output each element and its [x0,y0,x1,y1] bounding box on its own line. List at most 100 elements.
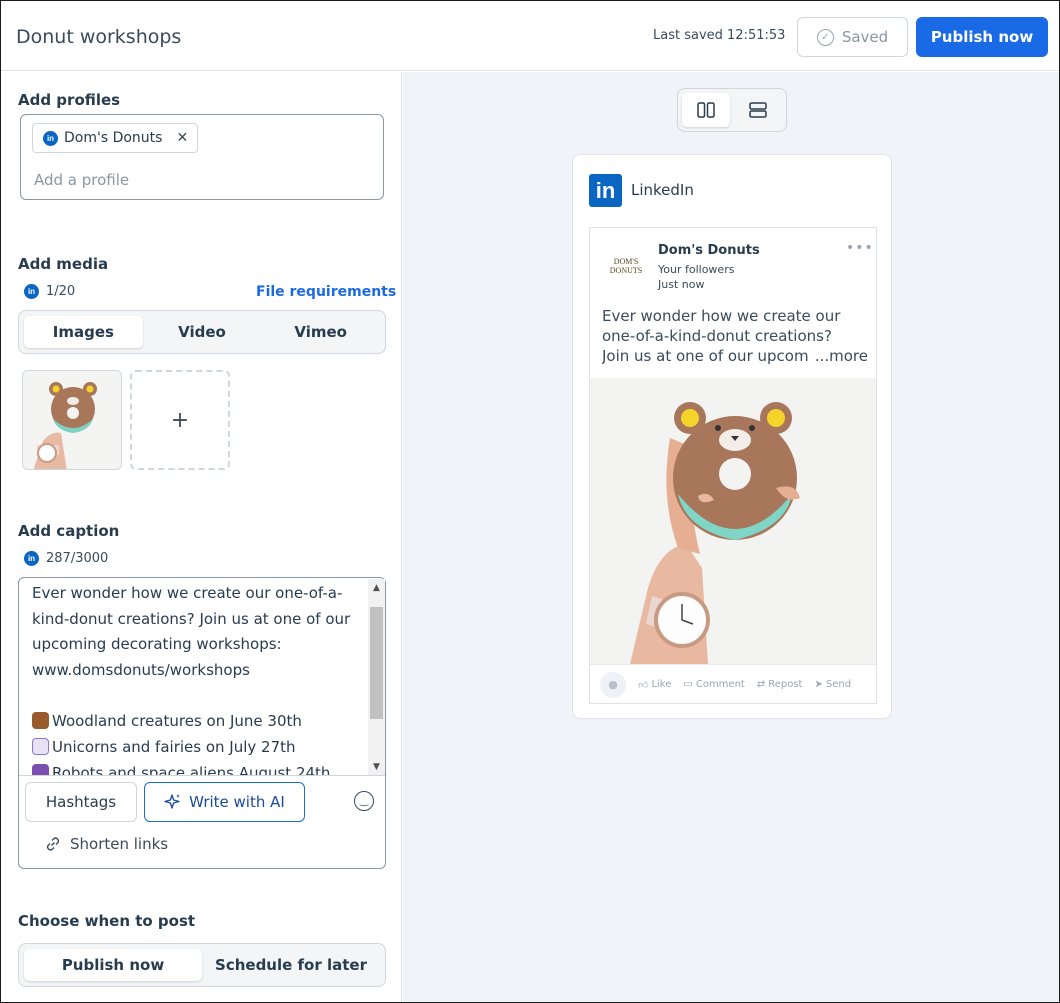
user-avatar-icon: ● [600,671,626,698]
avatar-text: DONUTS [609,266,643,275]
caption-counter: in 287/3000 [24,551,108,566]
emoji-picker-icon[interactable]: ‿ [354,791,374,811]
caption-editor[interactable]: Ever wonder how we create our one-of-a- … [18,577,386,869]
layout-toggle [677,88,787,132]
publish-now-option[interactable]: Publish now [24,949,202,981]
last-saved-text: Last saved 12:51:53 [653,28,786,43]
link-icon [46,837,60,851]
avatar-text: DOM'S [613,257,639,266]
alien-monster-emoji-icon [32,763,49,775]
add-media-button[interactable]: + [130,370,230,470]
thumbs-up-icon: 👍︎ [638,679,649,691]
repost-action[interactable]: ⇄ Repost [757,679,803,690]
write-with-ai-label: Write with AI [189,793,285,811]
network-label: LinkedIn [631,181,694,199]
side-by-side-view-icon[interactable] [682,93,730,127]
scrollbar-thumb[interactable] [370,607,383,719]
caption-scrollbar[interactable]: ▲ ▼ [368,579,385,775]
caption-line-text: Woodland creatures on June 30th [52,712,302,731]
post-text-line: one-of-a-kind-donut creations? [602,327,832,345]
comment-icon: ▭ [683,679,693,690]
like-action[interactable]: 👍︎ Like [638,679,671,691]
add-profile-placeholder[interactable]: Add a profile [34,171,129,189]
like-label: Like [651,679,672,690]
choose-when-label: Choose when to post [18,912,196,930]
preview-panel: in LinkedIn DOM'S DONUTS Dom's Donuts Yo… [403,72,1059,1002]
post-time: Just now [658,278,705,291]
schedule-options: Publish now Schedule for later [18,943,386,987]
repost-label: Repost [768,679,803,690]
post-author: Dom's Donuts [658,243,760,258]
linkedin-preview-card: in LinkedIn DOM'S DONUTS Dom's Donuts Yo… [572,154,892,719]
send-icon: ➤ [814,679,823,690]
caption-line-emoji: Robots and space aliens August 24th [32,761,368,775]
post-actions: ● 👍︎ Like ▭ Comment ⇄ Repost ➤ Send [590,664,876,704]
donut-photo-thumbnail [23,371,121,469]
linkedin-icon: in [24,551,39,566]
media-count-text: 1/20 [46,284,76,299]
caption-line-text: Robots and space aliens August 24th [52,763,331,775]
scroll-down-icon[interactable]: ▼ [368,758,385,775]
donut-photo [590,378,876,664]
add-profiles-label: Add profiles [18,91,121,109]
linkedin-logo-icon: in [589,174,622,207]
caption-line: upcoming decorating workshops: [32,635,282,654]
file-requirements-link[interactable]: File requirements [256,284,396,300]
profile-chip-label: Dom's Donuts [64,130,163,146]
caption-line: www.domsdonuts/workshops [32,661,250,680]
caption-line: kind-donut creations? Join us at one of … [32,609,351,628]
schedule-later-option[interactable]: Schedule for later [202,949,380,981]
sparkle-icon [164,794,181,809]
add-caption-label: Add caption [18,522,120,540]
tab-images[interactable]: Images [24,316,143,348]
add-media-label: Add media [18,255,109,273]
comment-label: Comment [695,679,745,690]
shorten-links-button[interactable]: Shorten links [45,835,168,853]
media-counter: in 1/20 [24,284,75,299]
saved-button[interactable]: ✓ Saved [797,17,908,57]
profiles-input[interactable]: in Dom's Donuts ✕ Add a profile [20,114,384,200]
shorten-links-label: Shorten links [70,835,169,853]
check-circle-icon: ✓ [816,28,834,46]
page-title: Donut workshops [16,26,182,48]
hashtags-button[interactable]: Hashtags [25,782,137,822]
caption-line [32,684,368,710]
post-image [590,378,876,664]
post-text: Ever wonder how we create our one-of-a-k… [602,306,868,366]
bear-emoji-icon [32,712,49,730]
caption-textarea[interactable]: Ever wonder how we create our one-of-a- … [20,579,368,775]
remove-profile-icon[interactable]: ✕ [176,130,188,146]
tab-video[interactable]: Video [143,316,262,348]
header-bar: Donut workshops Last saved 12:51:53 ✓ Sa… [1,1,1059,71]
caption-line: Ever wonder how we create our one-of-a- [32,584,343,602]
repost-icon: ⇄ [756,679,766,690]
more-options-icon[interactable]: ••• [846,240,874,256]
publish-now-button[interactable]: Publish now [916,17,1048,57]
caption-line-emoji: Woodland creatures on June 30th [32,709,368,735]
caption-line-text: Unicorns and fairies on July 27th [52,738,296,757]
unicorn-emoji-icon [32,738,49,756]
post-text-line: Ever wonder how we create our [602,307,841,325]
caption-count-text: 287/3000 [46,551,109,566]
composer-panel: Add profiles in Dom's Donuts ✕ Add a pro… [1,72,402,1002]
post-text-line-last: Join us at one of our upcom ...more [602,346,868,366]
linkedin-icon: in [43,130,58,146]
see-more-link[interactable]: ...more [815,346,868,366]
post-text-line: Join us at one of our upcom [602,347,809,365]
media-thumbnail[interactable] [22,370,122,470]
caption-line-emoji: Unicorns and fairies on July 27th [32,735,368,761]
linkedin-icon: in [24,284,39,299]
tab-vimeo[interactable]: Vimeo [261,316,380,348]
post-audience: Your followers [658,263,735,276]
saved-label: Saved [841,28,889,46]
comment-action[interactable]: ▭ Comment [683,679,744,690]
scroll-up-icon[interactable]: ▲ [368,579,385,596]
profile-chip[interactable]: in Dom's Donuts ✕ [32,123,199,153]
caption-divider [19,775,385,776]
stacked-view-icon[interactable] [734,93,782,127]
profile-avatar: DOM'S DONUTS [606,246,646,286]
write-with-ai-button[interactable]: Write with AI [144,782,305,822]
post-preview: DOM'S DONUTS Dom's Donuts Your followers… [589,227,877,704]
app-window: Donut workshops Last saved 12:51:53 ✓ Sa… [0,0,1060,1003]
send-action[interactable]: ➤ Send [814,679,851,690]
